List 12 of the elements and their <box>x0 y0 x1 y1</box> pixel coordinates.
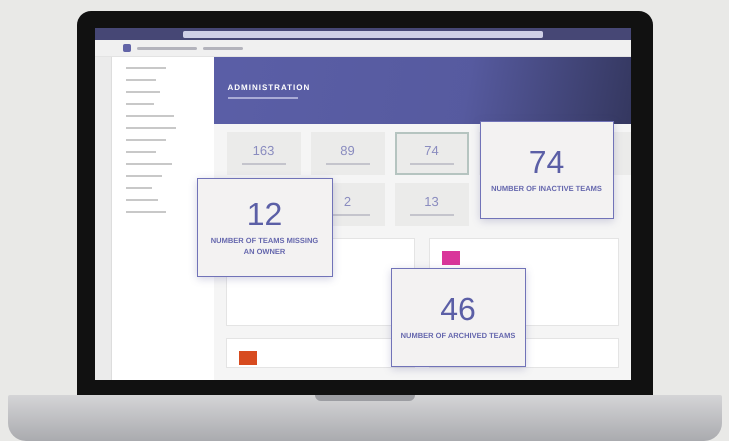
blurred-label <box>202 46 242 50</box>
stat-card[interactable]: 163 <box>226 132 300 175</box>
stat-card[interactable]: 89 <box>310 132 384 175</box>
stat-card[interactable]: 13 <box>394 183 468 226</box>
callout-value: 12 <box>246 198 282 230</box>
search-field[interactable] <box>182 30 542 38</box>
stat-card[interactable]: 74 <box>394 132 468 175</box>
app-icon <box>122 44 130 52</box>
blurred-label <box>136 46 196 50</box>
callout-value: 74 <box>528 146 564 178</box>
banner-title: ADMINISTRATION <box>228 82 312 92</box>
callout-value: 46 <box>440 293 476 326</box>
